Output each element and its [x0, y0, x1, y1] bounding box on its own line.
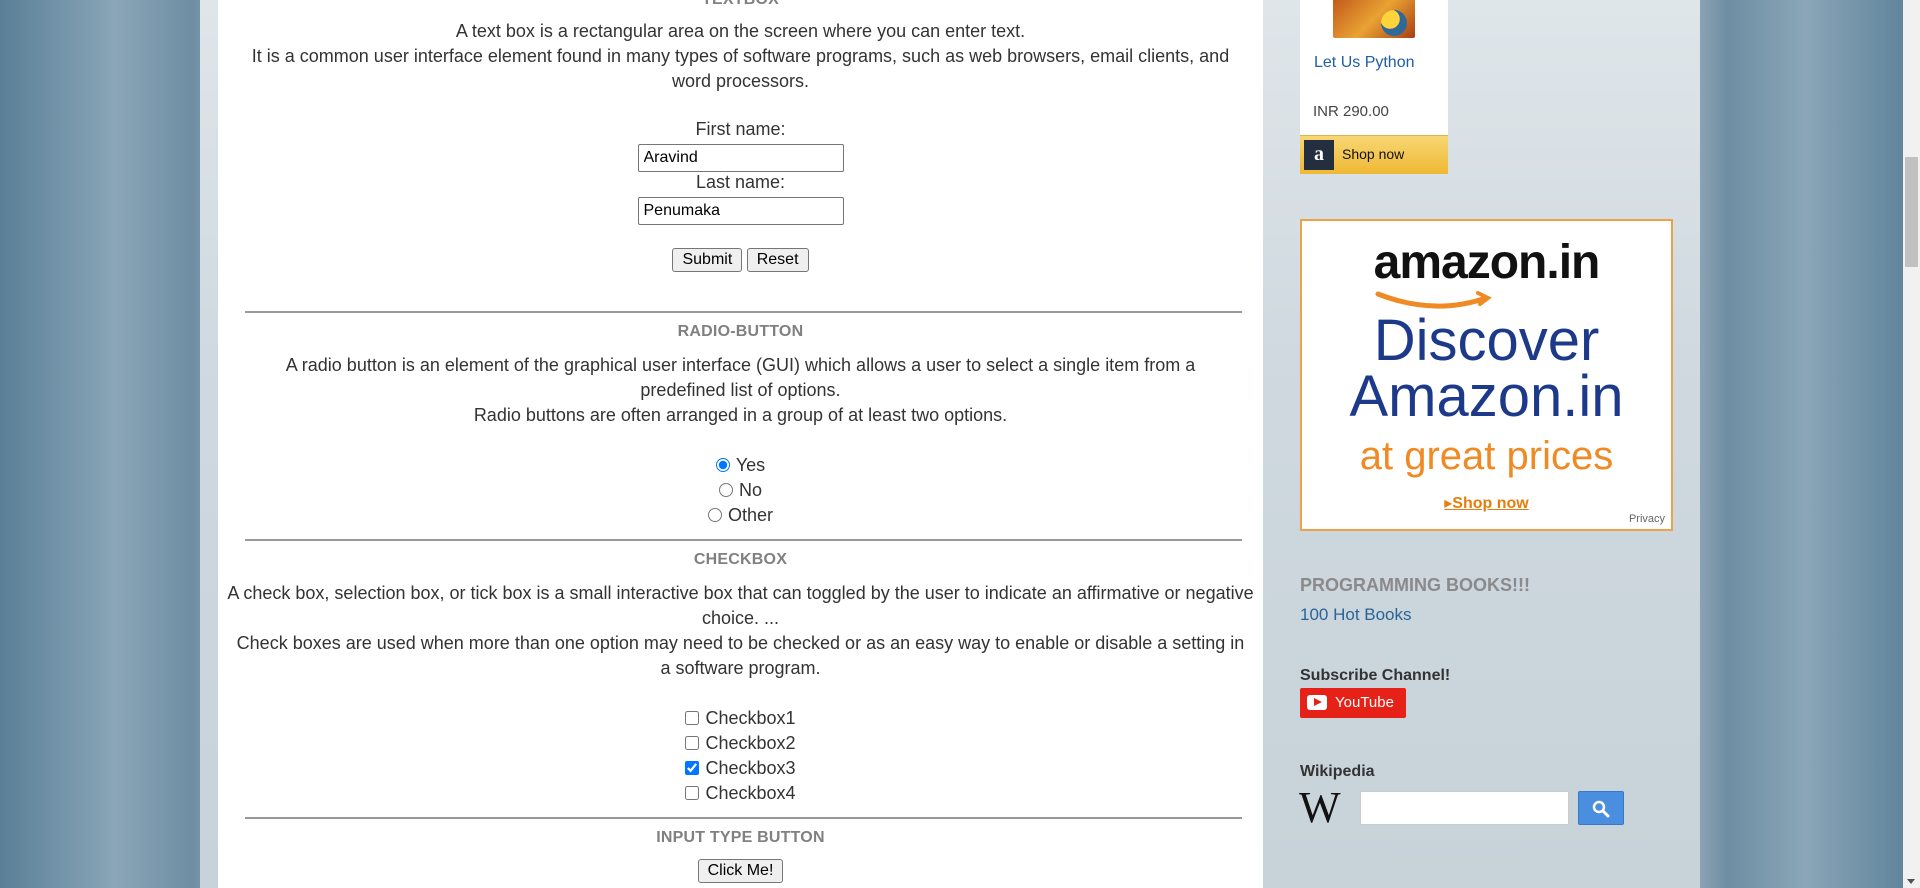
radio-label: No — [738, 480, 762, 500]
last-name-input[interactable] — [637, 197, 844, 225]
checkbox-4[interactable] — [685, 786, 700, 800]
banner-line-1: Discover — [1373, 308, 1600, 373]
input-button-section-title: INPUT TYPE BUTTON — [656, 829, 825, 846]
checkbox-label: Checkbox3 — [705, 758, 796, 778]
radio-yes[interactable] — [715, 458, 730, 472]
input-button-section-title-wrap: INPUT TYPE BUTTON — [218, 829, 1263, 847]
radio-section-title: RADIO-BUTTON — [677, 323, 804, 340]
wikipedia-logo-icon: W — [1299, 783, 1341, 832]
radio-option[interactable]: No — [218, 478, 1263, 503]
checkbox-para-1: A check box, selection box, or tick box … — [227, 583, 1254, 628]
checkbox-section-title-wrap: CHECKBOX — [218, 551, 1263, 569]
radio-description: A radio button is an element of the grap… — [218, 353, 1263, 428]
checkbox-option[interactable]: Checkbox4 — [218, 781, 1263, 806]
scrollbar-thumb[interactable] — [1905, 157, 1918, 267]
shop-now-button[interactable]: a Shop now — [1300, 135, 1448, 174]
click-me-button[interactable]: Click Me! — [697, 859, 784, 883]
youtube-subscribe-button[interactable]: YouTube — [1300, 688, 1406, 718]
radio-other[interactable] — [707, 508, 722, 522]
programming-books-heading: PROGRAMMING BOOKS!!! — [1300, 575, 1530, 595]
last-name-label-wrap: Last name: — [218, 172, 1263, 193]
amazon-banner-ad[interactable]: amazon.in Discover Amazon.in at great pr… — [1300, 219, 1673, 531]
reset-button[interactable]: Reset — [746, 248, 809, 272]
radio-option[interactable]: Yes — [218, 453, 1263, 478]
textbox-para-1: A text box is a rectangular area on the … — [455, 21, 1026, 41]
book-cover-image[interactable] — [1333, 0, 1415, 38]
banner-line-2: Amazon.in — [1349, 364, 1624, 429]
checkbox-group: Checkbox1 Checkbox2 Checkbox3 Checkbox4 — [218, 706, 1263, 806]
radio-para-2: Radio buttons are often arranged in a gr… — [473, 405, 1008, 425]
radio-section-title-wrap: RADIO-BUTTON — [218, 323, 1263, 341]
checkbox-label: Checkbox1 — [705, 708, 796, 728]
radio-group: Yes No Other — [218, 453, 1263, 528]
checkbox-option[interactable]: Checkbox1 — [218, 706, 1263, 731]
python-logo-icon — [1381, 10, 1407, 36]
checkbox-3[interactable] — [685, 761, 700, 775]
radio-para-1: A radio button is an element of the grap… — [285, 355, 1196, 400]
last-name-field-wrap — [218, 197, 1263, 225]
textbox-section-title-wrap: TEXTBOX — [218, 0, 1263, 9]
privacy-link[interactable]: Privacy — [1629, 513, 1665, 525]
last-name-label: Last name: — [695, 172, 786, 192]
checkbox-label: Checkbox2 — [705, 733, 796, 753]
textbox-description: A text box is a rectangular area on the … — [218, 19, 1263, 94]
divider — [245, 539, 1242, 541]
checkbox-1[interactable] — [685, 711, 700, 725]
radio-option[interactable]: Other — [218, 503, 1263, 528]
banner-shop-now-link[interactable]: ▸Shop now — [1302, 493, 1671, 513]
checkbox-section-title: CHECKBOX — [693, 551, 788, 568]
product-title-link[interactable]: Let Us Python — [1314, 54, 1415, 72]
first-name-label: First name: — [695, 119, 786, 139]
first-name-input[interactable] — [637, 144, 844, 172]
banner-line-3: at great prices — [1359, 434, 1614, 478]
search-icon — [1592, 800, 1610, 818]
shop-now-label: Shop now — [1342, 146, 1405, 162]
amazon-product-card[interactable]: Let Us Python INR 290.00 a Shop now — [1300, 0, 1448, 174]
checkbox-option[interactable]: Checkbox2 — [218, 731, 1263, 756]
wikipedia-heading: Wikipedia — [1300, 763, 1375, 780]
submit-button[interactable]: Submit — [672, 248, 743, 272]
scroll-down-arrow-icon[interactable] — [1907, 879, 1915, 884]
youtube-play-icon — [1307, 695, 1327, 710]
checkbox-2[interactable] — [685, 736, 700, 750]
checkbox-para-2: Check boxes are used when more than one … — [236, 633, 1245, 678]
banner-brand: amazon.in — [1373, 236, 1601, 289]
radio-label: Other — [727, 505, 774, 525]
wikipedia-search-input[interactable] — [1360, 791, 1569, 825]
page-scrollbar[interactable] — [1903, 0, 1920, 888]
subscribe-heading: Subscribe Channel! — [1300, 667, 1451, 684]
click-me-wrap: Click Me! — [218, 859, 1263, 883]
first-name-field-wrap — [218, 144, 1263, 172]
banner-headline: Discover Amazon.in — [1302, 308, 1671, 429]
radio-no[interactable] — [718, 483, 733, 497]
textbox-section-title: TEXTBOX — [218, 0, 1263, 9]
product-price: INR 290.00 — [1313, 103, 1389, 120]
youtube-label: YouTube — [1335, 694, 1394, 711]
banner-cta: Shop now — [1452, 495, 1529, 512]
first-name-label-wrap: First name: — [218, 119, 1263, 140]
main-content: TEXTBOX A text box is a rectangular area… — [218, 0, 1263, 888]
form-buttons: Submit Reset — [218, 248, 1263, 272]
textbox-para-2: It is a common user interface element fo… — [251, 46, 1230, 91]
divider — [245, 817, 1242, 819]
amazon-logo-icon: a — [1304, 140, 1334, 170]
divider — [245, 311, 1242, 313]
checkbox-label: Checkbox4 — [705, 783, 796, 803]
radio-label: Yes — [735, 455, 766, 475]
checkbox-option[interactable]: Checkbox3 — [218, 756, 1263, 781]
checkbox-description: A check box, selection box, or tick box … — [218, 581, 1263, 681]
wikipedia-search-button[interactable] — [1578, 791, 1624, 825]
hot-books-link[interactable]: 100 Hot Books — [1300, 605, 1412, 625]
